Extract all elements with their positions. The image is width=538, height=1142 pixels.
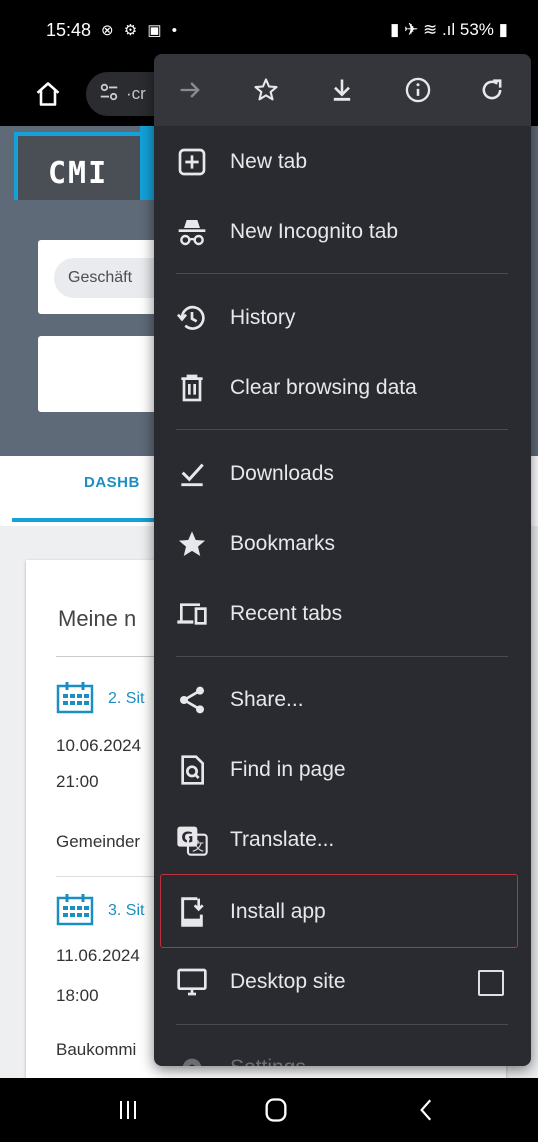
share-icon xyxy=(180,686,204,714)
devices-icon xyxy=(177,603,207,625)
menu-item-label: Downloads xyxy=(230,462,334,485)
event-date: 10.06.2024 xyxy=(56,736,142,755)
menu-item-label: Clear browsing data xyxy=(230,376,417,399)
menu-item-downloads[interactable]: Downloads xyxy=(154,442,531,506)
info-icon[interactable] xyxy=(404,76,432,104)
status-notification-icons: ⊗ ⚙ ▣ • xyxy=(101,22,180,39)
desktop-site-checkbox[interactable] xyxy=(478,970,504,996)
cmi-logo[interactable]: CMI xyxy=(14,132,140,200)
tab-dashboard[interactable]: DASHB xyxy=(84,474,140,491)
site-settings-icon[interactable] xyxy=(98,81,120,103)
menu-item-recent-tabs[interactable]: Recent tabs xyxy=(154,582,531,646)
home-button-icon[interactable] xyxy=(262,1096,290,1124)
browser-overflow-menu: New tab New Incognito tab History Clear … xyxy=(154,54,531,1066)
trash-icon xyxy=(181,374,203,402)
url-text: ·cr xyxy=(126,84,146,103)
status-time: 15:48 xyxy=(46,20,92,40)
status-system-icons: ▮ ✈ ≋ .ıl 53% ▮ xyxy=(389,20,508,39)
menu-separator xyxy=(176,273,508,274)
search-placeholder: Geschäft xyxy=(68,269,133,286)
calendar-icon xyxy=(56,682,94,714)
download-icon[interactable] xyxy=(328,76,356,104)
menu-item-label: New tab xyxy=(230,150,308,173)
menu-item-label: History xyxy=(230,306,296,329)
forward-icon[interactable] xyxy=(176,76,204,104)
event-body: Baukommi xyxy=(56,1040,137,1059)
menu-item-label: Find in page xyxy=(230,758,346,781)
back-icon[interactable] xyxy=(414,1096,440,1124)
incognito-icon xyxy=(178,220,206,246)
event-time: 18:00 xyxy=(56,986,99,1005)
home-icon[interactable] xyxy=(34,80,62,108)
reload-icon[interactable] xyxy=(478,76,506,104)
event-link[interactable]: 2. Sit xyxy=(108,690,144,708)
active-tab-indicator xyxy=(12,518,172,522)
menu-separator xyxy=(176,429,508,430)
menu-item-label: Desktop site xyxy=(230,970,346,993)
status-bar: 15:48 ⊗ ⚙ ▣ • ▮ ✈ ≋ .ıl 53% ▮ xyxy=(0,0,538,62)
menu-separator xyxy=(176,1024,508,1025)
downloads-check-icon xyxy=(181,463,204,487)
calendar-icon xyxy=(56,894,94,926)
menu-item-settings[interactable]: Settings xyxy=(154,1048,531,1066)
recent-apps-icon[interactable] xyxy=(116,1098,140,1122)
menu-item-label: Share... xyxy=(230,688,304,711)
menu-item-label: Settings xyxy=(230,1056,306,1066)
star-icon[interactable] xyxy=(252,76,280,104)
menu-item-bookmarks[interactable]: Bookmarks xyxy=(154,512,531,576)
menu-item-share[interactable]: Share... xyxy=(154,668,531,732)
menu-action-row xyxy=(154,54,531,126)
event-body: Gemeinder xyxy=(56,832,141,851)
history-icon xyxy=(176,305,205,330)
svg-text:文: 文 xyxy=(192,839,204,854)
find-icon xyxy=(181,755,204,785)
menu-item-find-in-page[interactable]: Find in page xyxy=(154,738,531,802)
menu-item-desktop-site[interactable]: Desktop site xyxy=(154,950,531,1014)
desktop-icon xyxy=(177,968,207,996)
menu-item-label: Install app xyxy=(230,900,326,923)
menu-separator xyxy=(176,656,508,657)
new-tab-icon xyxy=(178,148,206,176)
gear-icon xyxy=(182,1058,202,1066)
menu-item-label: Translate... xyxy=(230,828,335,851)
bookmark-star-icon xyxy=(178,531,206,556)
event-link[interactable]: 3. Sit xyxy=(108,902,144,920)
install-app-icon xyxy=(181,897,204,927)
menu-item-install-app[interactable]: Install app xyxy=(154,880,531,944)
menu-item-label: Bookmarks xyxy=(230,532,336,555)
translate-icon: G 文 xyxy=(177,826,208,856)
menu-item-label: New Incognito tab xyxy=(230,220,399,243)
menu-item-clear-browsing-data[interactable]: Clear browsing data xyxy=(154,356,531,420)
menu-item-history[interactable]: History xyxy=(154,286,531,350)
menu-item-label: Recent tabs xyxy=(230,602,343,625)
event-time: 21:00 xyxy=(56,772,99,791)
event-date: 11.06.2024 xyxy=(56,946,140,965)
system-navigation-bar xyxy=(0,1078,538,1142)
menu-item-new-incognito-tab[interactable]: New Incognito tab xyxy=(154,200,531,264)
menu-item-new-tab[interactable]: New tab xyxy=(154,130,531,194)
menu-item-translate[interactable]: G 文 Translate... xyxy=(154,808,531,872)
card-title: Meine n xyxy=(58,606,137,631)
